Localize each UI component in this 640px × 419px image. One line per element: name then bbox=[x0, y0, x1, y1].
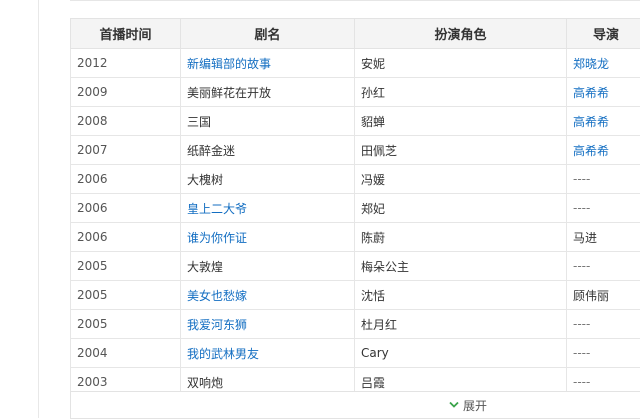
cell-director: ---- bbox=[567, 310, 640, 339]
expand-button[interactable]: 展开 bbox=[449, 396, 487, 414]
cell-air-date: 2006 bbox=[71, 194, 181, 223]
title-link[interactable]: 美女也愁嫁 bbox=[181, 281, 355, 310]
chevron-down-icon bbox=[449, 401, 459, 409]
cell-role: 孙红 bbox=[355, 78, 567, 107]
cell-air-date: 2006 bbox=[71, 223, 181, 252]
table-row: 2008三国貂蝉高希希 bbox=[71, 107, 640, 136]
table-row: 2005大敦煌梅朵公主---- bbox=[71, 252, 640, 281]
table-row: 2003双响炮吕霞---- bbox=[71, 368, 640, 393]
table-row: 2006谁为你作证陈蔚马进 bbox=[71, 223, 640, 252]
cell-title: 大敦煌 bbox=[181, 252, 355, 281]
cell-air-date: 2012 bbox=[71, 49, 181, 78]
title-link[interactable]: 谁为你作证 bbox=[181, 223, 355, 252]
cell-role: 冯媛 bbox=[355, 165, 567, 194]
cell-air-date: 2006 bbox=[71, 165, 181, 194]
title-link[interactable]: 我爱河东狮 bbox=[181, 310, 355, 339]
cell-title: 三国 bbox=[181, 107, 355, 136]
cell-role: 沈恬 bbox=[355, 281, 567, 310]
table-row: 2006皇上二大爷郑妃---- bbox=[71, 194, 640, 223]
cell-air-date: 2009 bbox=[71, 78, 181, 107]
cell-title: 美丽鲜花在开放 bbox=[181, 78, 355, 107]
cell-role: 陈蔚 bbox=[355, 223, 567, 252]
left-divider bbox=[38, 0, 39, 418]
filmography-table-container: 首播时间 剧名 扮演角色 导演 2012新编辑部的故事安妮郑晓龙2009美丽鲜花… bbox=[70, 18, 640, 392]
cell-air-date: 2005 bbox=[71, 252, 181, 281]
cell-role: 吕霞 bbox=[355, 368, 567, 393]
cell-director: ---- bbox=[567, 252, 640, 281]
cell-director: ---- bbox=[567, 339, 640, 368]
director-link[interactable]: 高希希 bbox=[567, 107, 640, 136]
table-row: 2009美丽鲜花在开放孙红高希希 bbox=[71, 78, 640, 107]
cell-role: 杜月红 bbox=[355, 310, 567, 339]
title-link[interactable]: 新编辑部的故事 bbox=[181, 49, 355, 78]
cell-director: ---- bbox=[567, 194, 640, 223]
table-row: 2005我爱河东狮杜月红---- bbox=[71, 310, 640, 339]
table-row: 2012新编辑部的故事安妮郑晓龙 bbox=[71, 49, 640, 78]
director-link[interactable]: 高希希 bbox=[567, 136, 640, 165]
cell-air-date: 2007 bbox=[71, 136, 181, 165]
table-footer: 展开 bbox=[70, 391, 640, 419]
cell-air-date: 2004 bbox=[71, 339, 181, 368]
title-link[interactable]: 我的武林男友 bbox=[181, 339, 355, 368]
table-row: 2006大槐树冯媛---- bbox=[71, 165, 640, 194]
cell-role: 安妮 bbox=[355, 49, 567, 78]
header-air-date: 首播时间 bbox=[71, 19, 181, 49]
header-title: 剧名 bbox=[181, 19, 355, 49]
cell-air-date: 2008 bbox=[71, 107, 181, 136]
cell-role: 田佩芝 bbox=[355, 136, 567, 165]
cell-title: 纸醉金迷 bbox=[181, 136, 355, 165]
cell-air-date: 2005 bbox=[71, 281, 181, 310]
header-role: 扮演角色 bbox=[355, 19, 567, 49]
cell-title: 大槐树 bbox=[181, 165, 355, 194]
expand-label: 展开 bbox=[463, 397, 487, 414]
cell-director: ---- bbox=[567, 368, 640, 393]
cell-air-date: 2003 bbox=[71, 368, 181, 393]
table-row: 2004我的武林男友Cary---- bbox=[71, 339, 640, 368]
table-row: 2007纸醉金迷田佩芝高希希 bbox=[71, 136, 640, 165]
cell-role: 梅朵公主 bbox=[355, 252, 567, 281]
cell-role: Cary bbox=[355, 339, 567, 368]
director-link[interactable]: 高希希 bbox=[567, 78, 640, 107]
director-link[interactable]: 郑晓龙 bbox=[567, 49, 640, 78]
table-row: 2005美女也愁嫁沈恬顾伟丽 bbox=[71, 281, 640, 310]
top-divider bbox=[70, 0, 640, 1]
cell-role: 郑妃 bbox=[355, 194, 567, 223]
table-header-row: 首播时间 剧名 扮演角色 导演 bbox=[71, 19, 640, 49]
cell-director: ---- bbox=[567, 165, 640, 194]
cell-role: 貂蝉 bbox=[355, 107, 567, 136]
cell-director: 马进 bbox=[567, 223, 640, 252]
header-director: 导演 bbox=[567, 19, 640, 49]
cell-title: 双响炮 bbox=[181, 368, 355, 393]
cell-director: 顾伟丽 bbox=[567, 281, 640, 310]
filmography-table: 首播时间 剧名 扮演角色 导演 2012新编辑部的故事安妮郑晓龙2009美丽鲜花… bbox=[70, 18, 640, 392]
cell-air-date: 2005 bbox=[71, 310, 181, 339]
title-link[interactable]: 皇上二大爷 bbox=[181, 194, 355, 223]
